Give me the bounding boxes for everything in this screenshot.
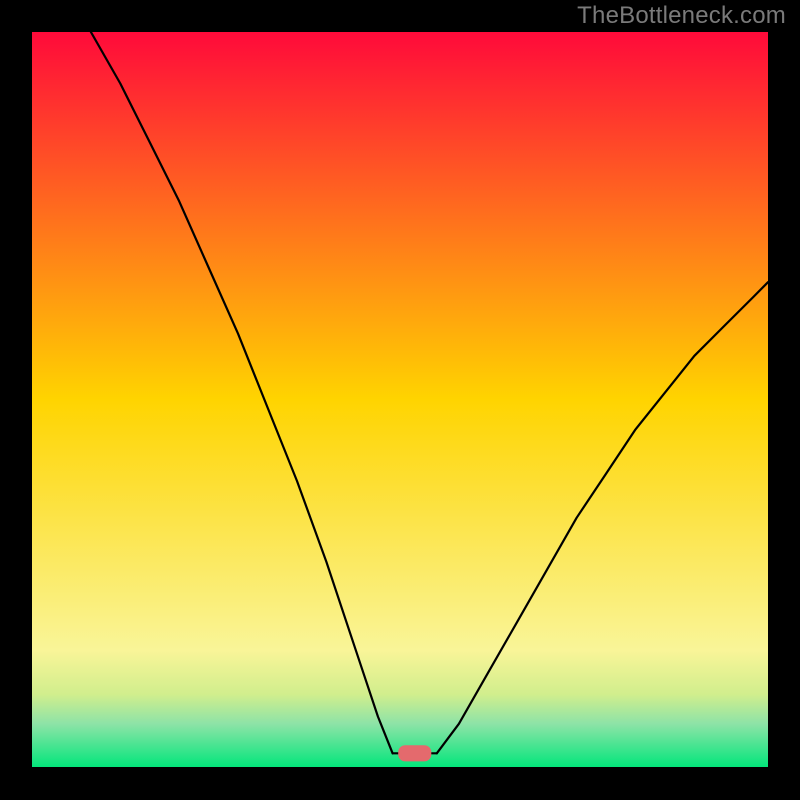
chart-frame: TheBottleneck.com — [0, 0, 800, 800]
minimum-marker — [398, 745, 431, 761]
gradient-background — [32, 32, 768, 768]
plot-area — [32, 32, 768, 768]
watermark-label: TheBottleneck.com — [577, 2, 786, 30]
chart-svg — [32, 32, 768, 768]
